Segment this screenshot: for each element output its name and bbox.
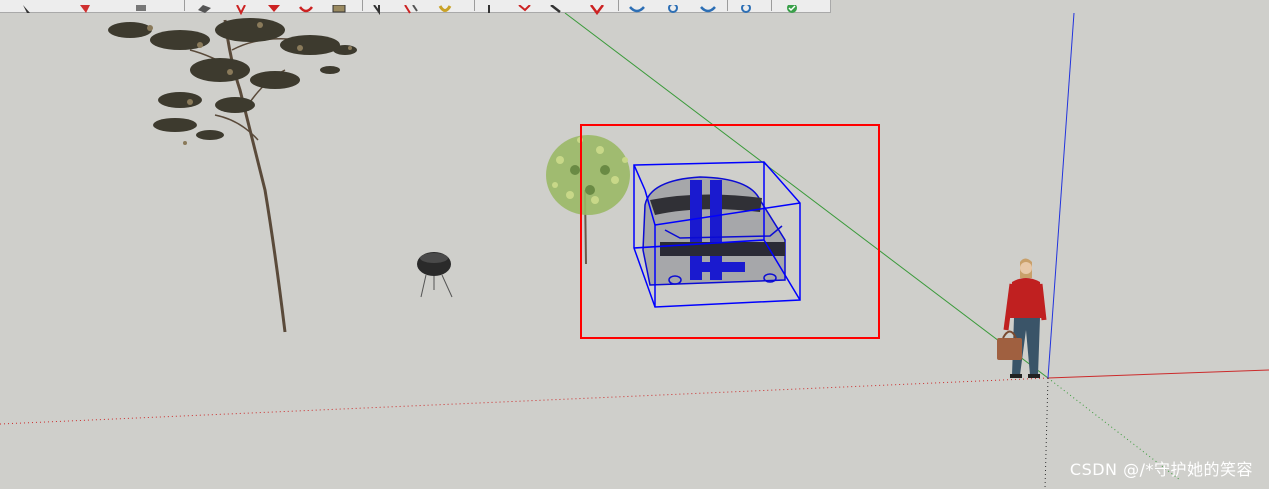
protractor-icon[interactable]: [436, 0, 454, 12]
watermark: CSDN @/*守护她的笑容: [1069, 460, 1253, 479]
shrub-model[interactable]: [546, 135, 630, 265]
tape-measure-icon[interactable]: [370, 0, 388, 16]
section-plane-icon[interactable]: [588, 0, 606, 16]
person-model[interactable]: [997, 258, 1047, 379]
toolbar-separator: [618, 0, 619, 11]
grill-model[interactable]: [417, 252, 453, 298]
blue-axis-line: [1047, 13, 1075, 379]
extension-icon[interactable]: [782, 0, 800, 13]
follow-me-icon[interactable]: [297, 0, 315, 13]
blue-axis-dotted-line: [1044, 377, 1049, 489]
paint-bucket-icon[interactable]: [132, 0, 150, 11]
toolbar: [0, 0, 831, 16]
axes-icon[interactable]: [516, 0, 534, 12]
text-icon[interactable]: [480, 0, 498, 13]
push-pull-icon[interactable]: [195, 0, 213, 13]
tree-model[interactable]: [108, 18, 357, 333]
toolbar-separator: [727, 0, 728, 11]
dimension-icon[interactable]: [402, 0, 420, 14]
toolbar-separator: [771, 0, 772, 11]
offset-icon[interactable]: [330, 0, 348, 13]
toolbar-separator: [474, 0, 475, 11]
move-icon[interactable]: [232, 0, 250, 16]
zoom-icon[interactable]: [699, 0, 717, 13]
red-axis-dotted-line: [0, 377, 1049, 425]
green-axis-line: [564, 13, 1049, 379]
orbit-icon[interactable]: [628, 0, 646, 13]
3d-text-icon[interactable]: [548, 0, 566, 13]
eraser-icon[interactable]: [76, 0, 94, 13]
3d-viewport[interactable]: [0, 13, 1269, 489]
select-tool-icon[interactable]: [18, 0, 36, 13]
red-axis-line: [1047, 369, 1269, 379]
pan-icon[interactable]: [664, 0, 682, 13]
toolbar-separator: [362, 0, 363, 11]
toolbar-separator: [184, 0, 185, 11]
warehouse-icon[interactable]: [737, 0, 755, 13]
rotate-icon[interactable]: [265, 0, 283, 12]
